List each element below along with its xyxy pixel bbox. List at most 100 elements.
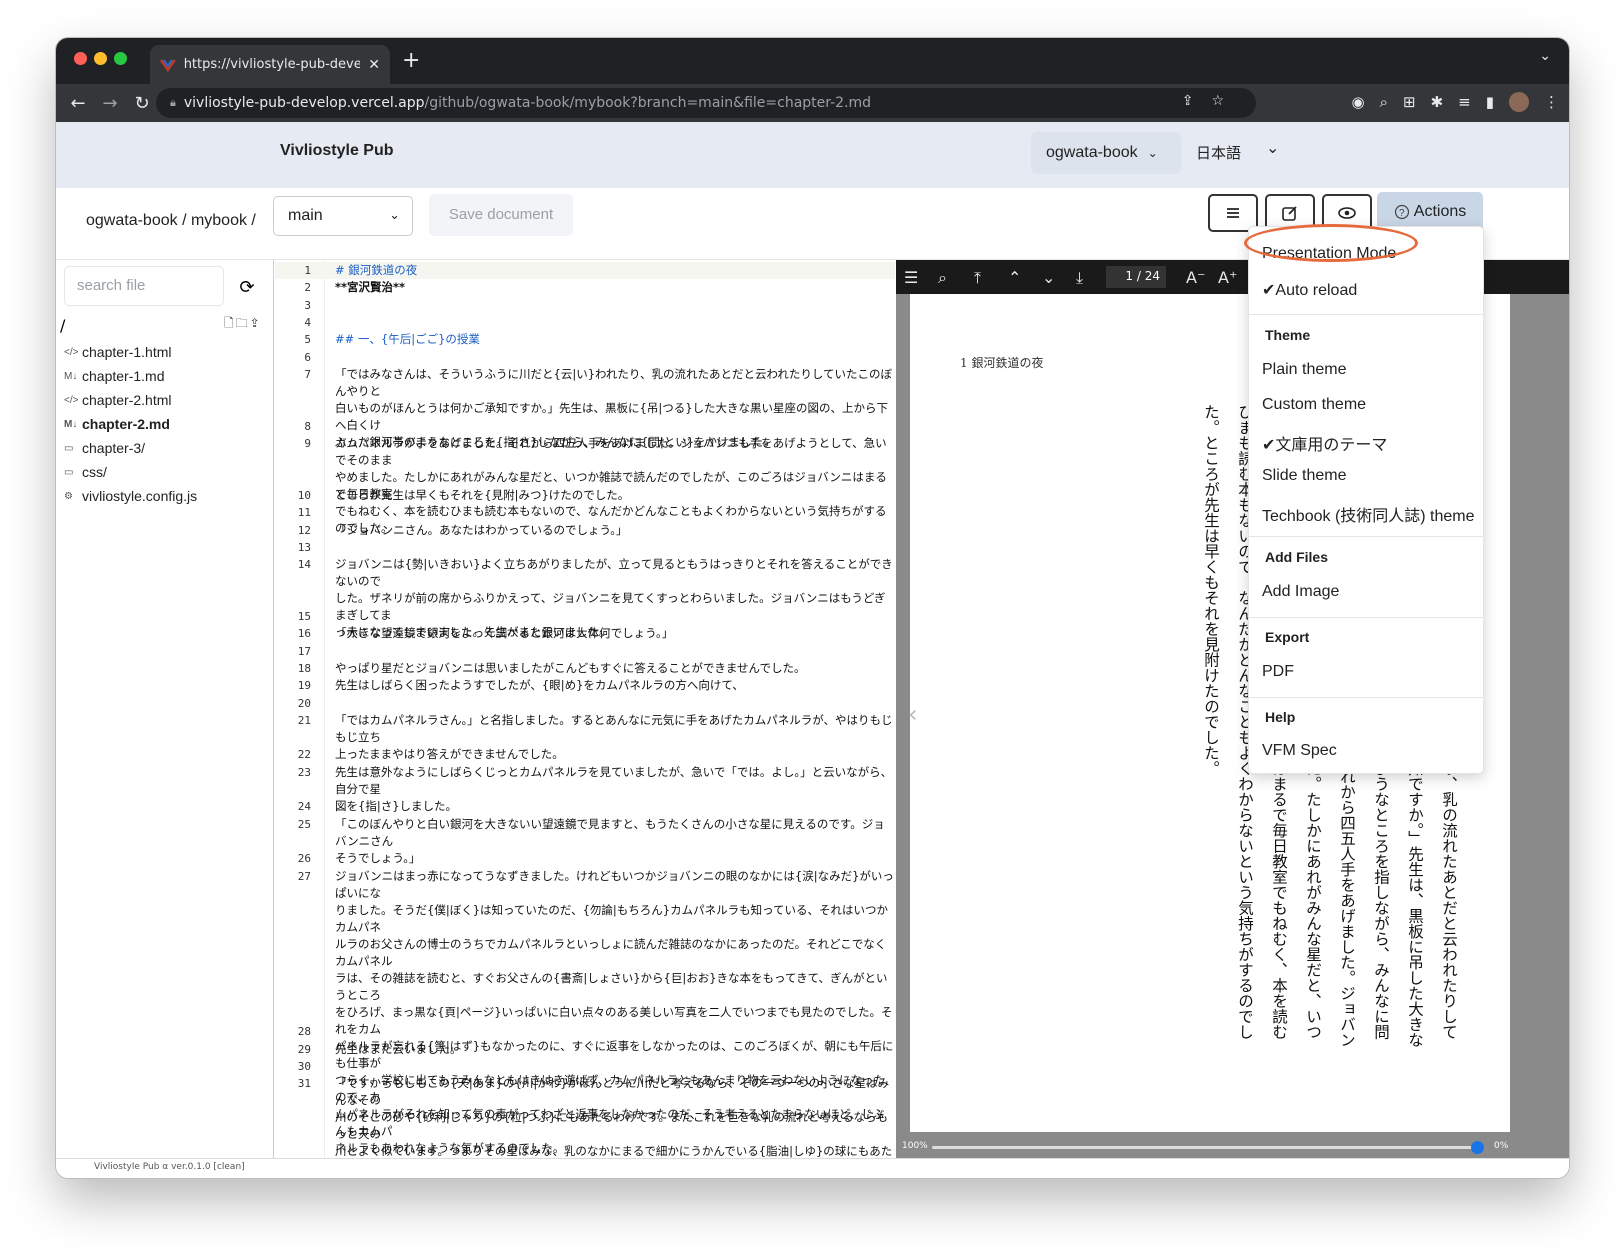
editor-line[interactable]: 8 xyxy=(275,418,895,435)
editor-line[interactable]: 5 ## 一、{午后|ごご}の授業 xyxy=(275,331,895,348)
menu-divider xyxy=(1249,536,1483,537)
editor-line[interactable]: 3 xyxy=(275,297,895,314)
first-page-icon[interactable]: ⤒ xyxy=(974,268,981,288)
zoom-slider-handle[interactable] xyxy=(1470,1141,1484,1154)
editor-line[interactable]: 19 先生はしばらく困ったようすでしたが、{眼|め}をカムパネルラの方へ向けて、 xyxy=(275,677,895,694)
toc-icon[interactable]: ☰ xyxy=(904,268,918,287)
file-item[interactable]: ⚙ vivliostyle.config.js xyxy=(64,484,197,508)
editor-line[interactable]: 4 xyxy=(275,314,895,331)
last-page-icon[interactable]: ⤓ xyxy=(1076,268,1083,288)
file-item[interactable]: M↓ chapter-1.md xyxy=(64,364,197,388)
font-size-increase-icon[interactable]: A⁺ xyxy=(1218,268,1237,287)
chevron-down-icon[interactable]: ⌄ xyxy=(1266,138,1279,157)
translate-icon[interactable]: ⊞ xyxy=(1403,93,1416,111)
editor-line[interactable]: 1 # 銀河鉄道の夜 xyxy=(275,262,895,280)
editor-line[interactable]: 18 やっぱり星だとジョバンニは思いましたがこんどもすぐに答えることができませんで… xyxy=(275,660,895,677)
zoom-slider-track[interactable] xyxy=(932,1146,1482,1149)
refresh-icon[interactable]: ⟳ xyxy=(230,270,264,304)
file-item[interactable]: </> chapter-2.html xyxy=(64,388,197,412)
editor-line[interactable]: 27 ジョバンニはまっ赤になってうなずきました。けれどもいつかジョバンニの眼のなか… xyxy=(275,868,895,1155)
tab-strip: https://vivliostyle-pub-develop ✕ + ⌄ xyxy=(56,38,1569,84)
tab-close-icon[interactable]: ✕ xyxy=(368,57,380,73)
editor-line[interactable]: 31 「ですからもしもこの{天|あま}の{川|がわ}がほんとうに川だと考えるなら、… xyxy=(275,1075,895,1158)
auto-reload-item[interactable]: ✔Auto reload xyxy=(1262,280,1357,300)
app-brand[interactable]: Vivliostyle Pub xyxy=(280,142,394,160)
editor-line[interactable]: 10 ところが先生は早くもそれを{見附|みつ}けたのでした。 xyxy=(275,487,895,504)
maximize-window-button[interactable] xyxy=(114,52,127,65)
theme-item-custom[interactable]: Custom theme xyxy=(1262,396,1366,414)
previous-page-arrow-icon[interactable]: ‹ xyxy=(908,700,918,728)
file-actions-icons[interactable]: 🗋︎🗀︎⇪ xyxy=(224,314,262,335)
minimize-window-button[interactable] xyxy=(94,52,107,65)
add-image-item[interactable]: Add Image xyxy=(1262,583,1339,601)
editor-line[interactable]: 14 ジョバンニは{勢|いきおい}よく立ちあがりましたが、立って見るともうはっきり… xyxy=(275,556,895,639)
editor-line[interactable]: 13 xyxy=(275,539,895,556)
puzzle-icon[interactable]: ✱ xyxy=(1431,93,1444,111)
line-text: やっぱり星だとジョバンニは思いましたがこんどもすぐに答えることができませんでした… xyxy=(335,660,806,675)
font-size-decrease-icon[interactable]: A⁻ xyxy=(1186,268,1205,287)
running-header: 1 銀河鉄道の夜 xyxy=(960,356,1044,370)
editor-line[interactable]: 28 xyxy=(275,1023,895,1040)
editor-line[interactable]: 26 xyxy=(275,850,895,867)
editor-line[interactable]: 9 カムパネルラが手をあげました。それから四五人手をあげました。ジョバンニも手をあ… xyxy=(275,435,895,535)
theme-item-plain[interactable]: Plain theme xyxy=(1262,361,1347,379)
editor-line[interactable]: 15 xyxy=(275,608,895,625)
page-number-field[interactable]: 1 / 24 xyxy=(1106,266,1166,288)
markdown-icon: M↓ xyxy=(64,370,78,382)
theme-item-slide[interactable]: Slide theme xyxy=(1262,467,1347,485)
reading-list-icon[interactable]: ≡ xyxy=(1458,93,1471,111)
editor-line[interactable]: 25 「このぼんやりと白い銀河を大きないい望遠鏡で見ますと、もうたくさんの小さな星… xyxy=(275,816,895,865)
reload-icon[interactable]: ↻ xyxy=(126,93,158,114)
browser-menu-icon[interactable]: ⋮ xyxy=(1544,93,1559,111)
editor-line[interactable]: 2 **宮沢賢治** xyxy=(275,279,895,296)
line-number: 30 xyxy=(297,1059,311,1073)
next-page-icon[interactable]: ⌄ xyxy=(1042,268,1055,287)
vfm-spec-item[interactable]: VFM Spec xyxy=(1262,742,1337,760)
file-item[interactable]: M↓ chapter-2.md xyxy=(64,412,197,436)
zoom-extension-icon[interactable]: ⌕ xyxy=(1380,93,1388,111)
file-item[interactable]: </> chapter-1.html xyxy=(64,340,197,364)
address-bar[interactable]: 🔒︎ vivliostyle-pub-develop.vercel.app/gi… xyxy=(156,88,1256,118)
close-window-button[interactable] xyxy=(74,52,87,65)
tab-search-icon[interactable]: ⌄ xyxy=(1539,48,1551,64)
back-icon[interactable]: ← xyxy=(62,93,94,114)
account-dropdown[interactable]: ogwata-book ⌄ xyxy=(1031,132,1181,174)
new-tab-button[interactable]: + xyxy=(402,48,420,73)
markdown-editor[interactable]: 1 # 銀河鉄道の夜 2 **宮沢賢治** 3 4 5 ## 一、{午后|ごご}の授業 6 7 「で… xyxy=(275,260,895,1158)
file-item[interactable]: ▭ css/ xyxy=(64,460,197,484)
profile-avatar[interactable] xyxy=(1509,92,1529,112)
editor-line[interactable]: 23 先生は意外なようにしばらくじっとカムパネルラを見ていましたが、急いで「では。… xyxy=(275,764,895,813)
save-document-button[interactable]: Save document xyxy=(429,194,573,236)
editor-line[interactable]: 21 「ではカムパネルラさん。」と名指しました。するとあんなに元気に手をあげたカム… xyxy=(275,712,895,761)
extension-icon[interactable]: ◉ xyxy=(1352,93,1365,111)
search-icon[interactable]: ⌕ xyxy=(938,268,947,288)
editor-line[interactable]: 11 xyxy=(275,504,895,521)
line-number: 27 xyxy=(297,869,311,883)
line-number: 5 xyxy=(304,333,311,347)
language-select[interactable]: 日本語 xyxy=(1196,142,1241,163)
editor-line[interactable]: 16 「大きな望遠鏡で銀河をよっく調べると銀河は大体何でしょう。」 xyxy=(275,625,895,642)
editor-line[interactable]: 17 xyxy=(275,643,895,660)
previous-page-icon[interactable]: ⌃ xyxy=(1008,268,1021,287)
url-host: vivliostyle-pub-develop.vercel.app xyxy=(183,95,425,111)
editor-line[interactable]: 12 「ジョバンニさん。あなたはわかっているのでしょう。」 xyxy=(275,522,895,539)
markdown-icon: M↓ xyxy=(64,418,78,430)
editor-line[interactable]: 7 「ではみなさんは、そういうふうに川だと{云|い}われたり、乳の流れたあとだと云… xyxy=(275,366,895,449)
theme-item-bunko[interactable]: ✔文庫用のテーマ xyxy=(1262,431,1387,455)
line-number: 19 xyxy=(297,679,311,693)
browser-tab[interactable]: https://vivliostyle-pub-develop ✕ xyxy=(150,45,390,84)
editor-line[interactable]: 6 xyxy=(275,349,895,366)
branch-select[interactable]: main ⌄ xyxy=(273,196,413,236)
editor-line[interactable]: 22 xyxy=(275,746,895,763)
editor-line[interactable]: 30 xyxy=(275,1058,895,1075)
editor-line[interactable]: 29 先生はまた云いました。 xyxy=(275,1041,895,1058)
editor-line[interactable]: 20 xyxy=(275,695,895,712)
share-bookmark-icons[interactable]: ⇪☆ xyxy=(1182,93,1242,109)
forward-icon[interactable]: → xyxy=(94,93,126,114)
editor-line[interactable]: 24 xyxy=(275,798,895,815)
file-item[interactable]: ▭ chapter-3/ xyxy=(64,436,197,460)
theme-item-techbook[interactable]: Techbook (技術同人誌) theme xyxy=(1262,502,1475,526)
search-file-input[interactable]: search file xyxy=(64,266,224,306)
export-pdf-item[interactable]: PDF xyxy=(1262,663,1294,681)
side-panel-icon[interactable]: ▮ xyxy=(1486,93,1494,111)
